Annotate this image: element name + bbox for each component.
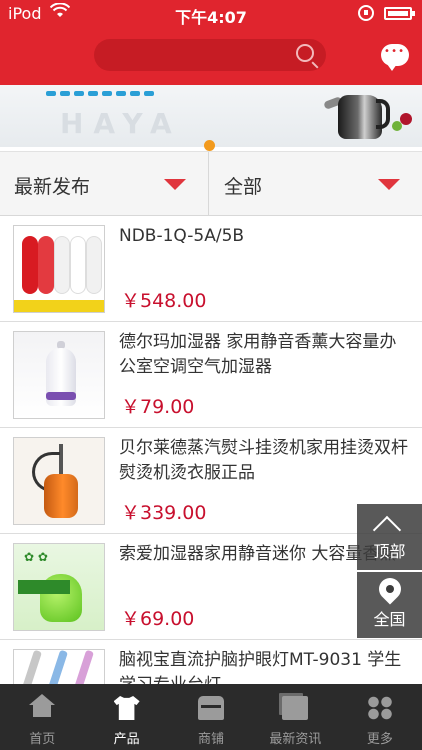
kettle-image — [322, 87, 392, 143]
category-label: 全部 — [224, 176, 263, 198]
promo-banner[interactable]: HAYA — [0, 85, 422, 147]
location-pin-icon — [374, 573, 406, 605]
product-image — [13, 437, 105, 525]
product-price: ￥79.00 — [121, 396, 195, 418]
product-price: ￥548.00 — [121, 290, 207, 312]
shirt-icon — [113, 696, 140, 720]
product-price: ￥69.00 — [121, 608, 195, 630]
product-list: NDB-1Q-5A/5B ￥548.00 德尔玛加湿器 家用静音香薰大容量办公室… — [0, 216, 422, 746]
tab-shops[interactable]: 商铺 — [169, 684, 253, 750]
category-dropdown[interactable]: 全部 — [210, 152, 422, 216]
caret-down-icon — [378, 179, 400, 190]
search-icon[interactable] — [296, 44, 314, 62]
region-label: 全国 — [373, 610, 406, 629]
tab-label: 产品 — [113, 732, 140, 747]
bottom-tab-bar: 首页 产品 商铺 最新资讯 更多 — [0, 684, 422, 750]
sort-dropdown[interactable]: 最新发布 — [0, 152, 209, 216]
product-title[interactable]: 贝尔莱德蒸汽熨斗挂烫机家用挂烫双杆熨烫机烫衣服正品 — [119, 436, 409, 486]
tab-label: 首页 — [29, 732, 56, 747]
decor-lime — [392, 121, 402, 131]
banner-page-indicator[interactable] — [204, 140, 215, 151]
caret-down-icon — [164, 179, 186, 190]
product-title[interactable]: 德尔玛加湿器 家用静音香薰大容量办公室空调空气加湿器 — [119, 330, 409, 380]
rotation-lock-icon — [358, 5, 374, 21]
search-input[interactable] — [94, 39, 326, 71]
filter-bar: 最新发布 全部 — [0, 151, 422, 216]
banner-tags — [46, 91, 154, 96]
tab-products[interactable]: 产品 — [84, 684, 168, 750]
app-header: iPod 下午4:07 — [0, 0, 422, 85]
product-price: ￥339.00 — [121, 502, 207, 524]
tab-more[interactable]: 更多 — [338, 684, 422, 750]
tab-home[interactable]: 首页 — [0, 684, 84, 750]
back-to-top-button[interactable]: 顶部 — [357, 504, 422, 570]
sort-label: 最新发布 — [14, 176, 91, 198]
tab-label: 最新资讯 — [269, 732, 322, 747]
tab-news[interactable]: 最新资讯 — [253, 684, 337, 750]
news-icon — [282, 696, 309, 720]
store-icon — [198, 696, 225, 720]
product-title[interactable]: NDB-1Q-5A/5B — [119, 224, 409, 249]
list-item[interactable]: NDB-1Q-5A/5B ￥548.00 — [0, 216, 422, 322]
region-button[interactable]: 全国 — [357, 572, 422, 638]
list-item[interactable]: 德尔玛加湿器 家用静音香薰大容量办公室空调空气加湿器 ￥79.00 — [0, 322, 422, 428]
product-image — [13, 225, 105, 313]
status-bar: iPod 下午4:07 — [0, 0, 422, 28]
product-image: ✿ ✿ — [13, 543, 105, 631]
home-icon — [29, 694, 56, 717]
tab-label: 商铺 — [198, 732, 225, 747]
product-image — [13, 331, 105, 419]
decor-berry — [400, 113, 412, 125]
back-to-top-label: 顶部 — [373, 542, 406, 561]
tab-label: 更多 — [366, 732, 393, 747]
battery-icon — [384, 7, 415, 20]
more-icon — [366, 696, 393, 720]
message-icon[interactable] — [381, 44, 409, 71]
banner-brand-text: HAYA — [60, 107, 182, 140]
